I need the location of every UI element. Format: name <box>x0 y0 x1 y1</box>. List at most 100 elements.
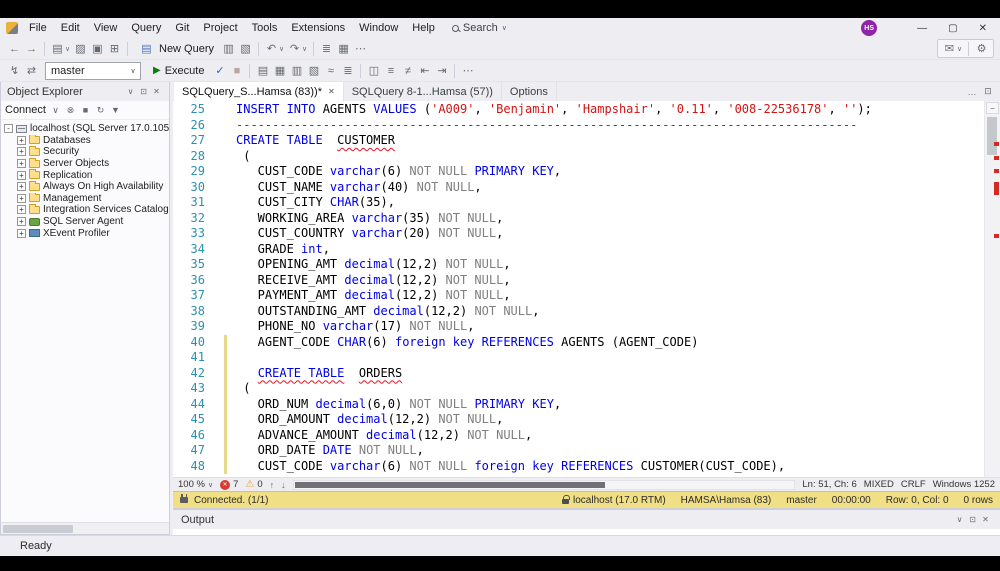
split-editor-icon[interactable]: − <box>986 102 999 114</box>
change-connection-icon[interactable]: ⇄ <box>23 62 40 79</box>
scrollbar-thumb[interactable] <box>295 482 605 488</box>
tree-item[interactable]: +Replication <box>1 169 169 181</box>
connect-query-icon[interactable]: ↯ <box>6 62 23 79</box>
tree-item[interactable]: +Integration Services Catalogs <box>1 204 169 216</box>
menu-item-query[interactable]: Query <box>124 19 168 37</box>
new-query-button[interactable]: ▤ New Query <box>132 40 220 58</box>
new-file-dropdown-icon[interactable]: ∨ <box>63 40 72 57</box>
warning-indicator[interactable]: ⚠ 0 <box>245 479 262 490</box>
menu-item-edit[interactable]: Edit <box>54 19 87 37</box>
menu-item-extensions[interactable]: Extensions <box>284 19 352 37</box>
connect-chevron-icon[interactable]: ∨ <box>48 103 63 118</box>
search-control[interactable]: Search ∨ <box>452 22 507 34</box>
save-all-icon[interactable]: ⊞ <box>106 40 123 57</box>
expander-icon[interactable]: + <box>17 217 26 226</box>
nav-forward-icon[interactable]: → <box>23 40 40 57</box>
estimated-plan-icon[interactable]: ▧ <box>305 62 322 79</box>
prev-issue-icon[interactable]: ↑ <box>270 480 275 490</box>
expander-icon[interactable]: + <box>17 147 26 156</box>
refresh-icon[interactable]: ↻ <box>93 103 108 118</box>
close-tab-icon[interactable]: ✕ <box>328 87 335 96</box>
maximize-button[interactable]: ▢ <box>941 23 964 34</box>
live-query-stats-icon[interactable]: ≈ <box>322 62 339 79</box>
new-notebook-icon[interactable]: ▥ <box>220 40 237 57</box>
tab-overflow-icon[interactable]: … <box>965 85 979 99</box>
tree-item[interactable]: +XEvent Profiler <box>1 227 169 239</box>
redo-dropdown-icon[interactable]: ∨ <box>300 40 309 57</box>
feedback-dropdown-icon[interactable]: ∨ <box>955 40 964 57</box>
menu-item-project[interactable]: Project <box>196 19 244 37</box>
window-position-icon[interactable]: ∨ <box>124 85 137 98</box>
query-options-icon[interactable]: ⋯ <box>459 62 476 79</box>
menu-item-git[interactable]: Git <box>168 19 196 37</box>
tree-item[interactable]: -localhost (SQL Server 17.0.1050.2 - HAM… <box>1 123 169 135</box>
stop-icon[interactable]: ■ <box>78 103 93 118</box>
decrease-indent-icon[interactable]: ⇤ <box>416 62 433 79</box>
expander-icon[interactable]: + <box>17 136 26 145</box>
menu-item-view[interactable]: View <box>87 19 125 37</box>
editor-tab[interactable]: Options <box>502 82 557 101</box>
float-window-icon[interactable]: ⊡ <box>981 85 995 99</box>
expander-icon[interactable]: + <box>17 229 26 238</box>
pin-icon[interactable]: ⊡ <box>966 513 979 526</box>
menu-item-tools[interactable]: Tools <box>245 19 285 37</box>
code-editor[interactable]: 25INSERT INTO AGENTS VALUES ('A009', 'Be… <box>173 101 984 477</box>
menu-item-file[interactable]: File <box>22 19 54 37</box>
close-output-icon[interactable]: ✕ <box>979 513 992 526</box>
disconnect-icon[interactable]: ⊗ <box>63 103 78 118</box>
comment-icon[interactable]: ≡ <box>382 62 399 79</box>
execute-button[interactable]: ▶ Execute <box>146 62 211 80</box>
tree-item[interactable]: +SQL Server Agent <box>1 216 169 228</box>
undo-dropdown-icon[interactable]: ∨ <box>277 40 286 57</box>
tree-item[interactable]: +Always On High Availability <box>1 181 169 193</box>
tree-item[interactable]: +Management <box>1 193 169 205</box>
nav-back-icon[interactable]: ← <box>6 40 23 57</box>
expander-icon[interactable]: + <box>17 159 26 168</box>
close-panel-icon[interactable]: ✕ <box>150 85 163 98</box>
close-button[interactable]: ✕ <box>972 23 994 34</box>
tree-item[interactable]: +Server Objects <box>1 158 169 170</box>
error-indicator[interactable]: ✕ 7 <box>220 479 238 490</box>
settings-icon[interactable]: ⚙ <box>973 40 990 57</box>
open-file-icon[interactable]: ▨ <box>72 40 89 57</box>
client-statistics-icon[interactable]: ≣ <box>339 62 356 79</box>
open-query-icon[interactable]: ▧ <box>237 40 254 57</box>
next-issue-icon[interactable]: ↓ <box>281 480 286 490</box>
zoom-select[interactable]: 100 % ∨ <box>178 479 213 490</box>
user-avatar[interactable]: HS <box>861 20 877 36</box>
minimize-button[interactable]: — <box>910 23 934 34</box>
menu-item-help[interactable]: Help <box>405 19 442 37</box>
vertical-scrollbar[interactable]: − <box>984 101 1000 477</box>
horizontal-scrollbar[interactable] <box>293 480 796 490</box>
filter-icon[interactable]: ▼ <box>108 103 123 118</box>
output-dropdown-icon[interactable]: ∨ <box>953 513 966 526</box>
scrollbar-thumb[interactable] <box>987 117 997 155</box>
expander-icon[interactable]: + <box>17 194 26 203</box>
parse-query-icon[interactable]: ✓ <box>211 62 228 79</box>
results-to-file-icon[interactable]: ▥ <box>288 62 305 79</box>
editor-tab[interactable]: SQLQuery 8-1...Hamsa (57)) <box>344 82 502 101</box>
expander-icon[interactable]: - <box>4 124 13 133</box>
editor-tab[interactable]: SQLQuery_S...Hamsa (83))*✕ <box>174 82 344 101</box>
scrollbar-thumb[interactable] <box>3 525 73 533</box>
expander-icon[interactable]: + <box>17 205 26 214</box>
sqlcmd-mode-icon[interactable]: ◫ <box>365 62 382 79</box>
results-to-grid-icon[interactable]: ▦ <box>271 62 288 79</box>
expander-icon[interactable]: + <box>17 171 26 180</box>
save-icon[interactable]: ▣ <box>89 40 106 57</box>
connect-button[interactable]: Connect <box>5 104 50 116</box>
expander-icon[interactable]: + <box>17 182 26 191</box>
cancel-query-icon[interactable]: ■ <box>228 62 245 79</box>
pin-icon[interactable]: ⊡ <box>137 85 150 98</box>
uncomment-icon[interactable]: ≠ <box>399 62 416 79</box>
database-combobox[interactable]: master ∨ <box>45 62 141 80</box>
activity-monitor-icon[interactable]: ≣ <box>318 40 335 57</box>
increase-indent-icon[interactable]: ⇥ <box>433 62 450 79</box>
menu-item-window[interactable]: Window <box>352 19 405 37</box>
object-explorer-hscrollbar[interactable] <box>1 522 169 534</box>
toolbar-options-icon[interactable]: ⋯ <box>352 40 369 57</box>
tree-item[interactable]: +Databases <box>1 135 169 147</box>
results-to-text-icon[interactable]: ▤ <box>254 62 271 79</box>
registered-servers-icon[interactable]: ▦ <box>335 40 352 57</box>
tree-item[interactable]: +Security <box>1 146 169 158</box>
